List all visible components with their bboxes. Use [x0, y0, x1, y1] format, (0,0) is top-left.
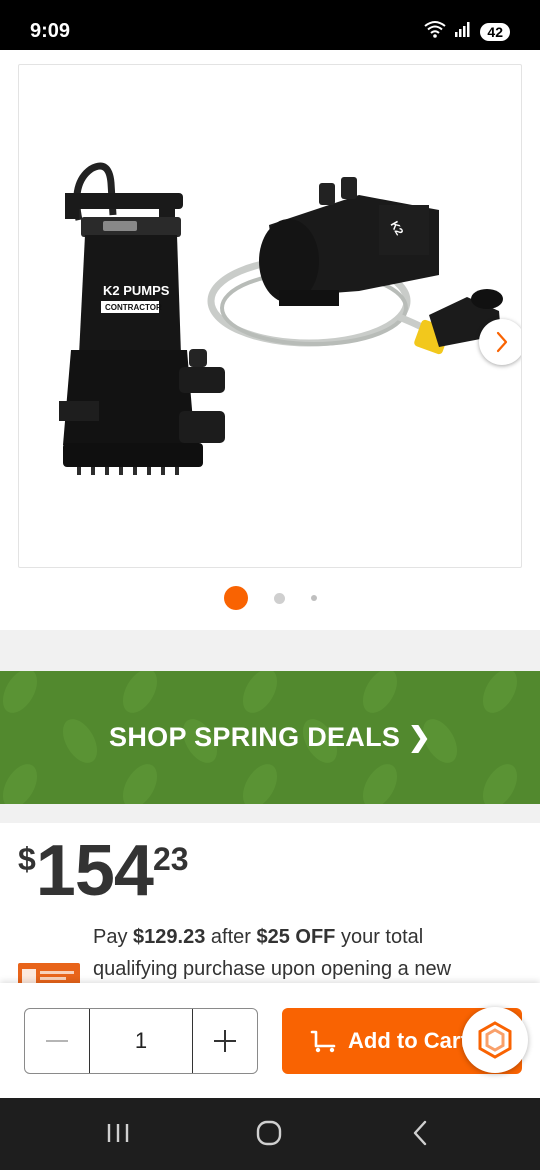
offer-prefix: Pay	[93, 926, 134, 948]
credit-offer-text: Pay $129.23 after $25 OFF your total qua…	[93, 921, 513, 985]
battery-badge: 42	[480, 22, 510, 41]
signal-icon	[454, 21, 472, 42]
back-icon	[413, 1120, 427, 1146]
pagination-dot-3[interactable]	[310, 595, 317, 601]
recent-apps-button[interactable]	[98, 1118, 138, 1148]
gallery-next-button[interactable]	[479, 319, 521, 365]
price-cents: 23	[152, 841, 189, 877]
section-divider	[0, 804, 540, 823]
pagination-dot-2[interactable]	[273, 592, 285, 604]
utility-pump-image: K2 PUMPS CONTRACTOR	[59, 162, 225, 475]
promo-label: SHOP SPRING DEALS ❯	[109, 722, 431, 752]
quantity-stepper: 1	[24, 1008, 258, 1074]
quantity-input[interactable]: 1	[89, 1009, 193, 1073]
product-gallery: K2 PUMPS CONTRACTOR K2	[0, 50, 540, 630]
offer-discount: $25 OFF	[256, 926, 336, 948]
add-to-cart-label: Add to Cart	[348, 1028, 468, 1053]
gallery-pagination	[0, 586, 540, 610]
offer-amount: $129.23	[133, 926, 206, 948]
decrement-button[interactable]	[25, 1009, 89, 1073]
wifi-icon	[424, 20, 447, 43]
well-pump-image: K2	[207, 177, 503, 355]
status-time: 9:09	[30, 20, 71, 42]
chat-assistant-button[interactable]	[462, 1007, 528, 1073]
svg-text:CONTRACTOR: CONTRACTOR	[105, 303, 162, 312]
status-bar: 9:09 42	[0, 0, 540, 50]
price-dollars: 154	[35, 831, 154, 911]
section-divider	[0, 630, 540, 671]
increment-button[interactable]	[193, 1009, 257, 1073]
price-section: $ 154 23 Pay $129.23 after $25 OFF your …	[0, 823, 540, 1007]
status-icons: 42	[424, 20, 510, 43]
price: $ 154 23	[18, 831, 189, 911]
hexagon-logo-icon	[478, 1021, 512, 1059]
offer-middle: after	[205, 926, 257, 948]
home-button[interactable]	[249, 1118, 289, 1148]
minus-icon	[46, 1040, 68, 1042]
system-nav-bar	[0, 1098, 540, 1170]
recent-apps-icon	[107, 1124, 129, 1142]
price-symbol: $	[18, 841, 36, 877]
plus-icon	[214, 1030, 236, 1052]
cart-icon	[310, 1030, 336, 1053]
chevron-right-icon	[496, 331, 508, 353]
product-image: K2 PUMPS CONTRACTOR K2	[59, 162, 503, 475]
pagination-dot-1[interactable]	[223, 586, 248, 610]
pump-logo-text: K2 PUMPS	[103, 283, 170, 298]
add-to-cart-bar: 1 Add to Cart	[0, 983, 540, 1098]
product-image-frame[interactable]: K2 PUMPS CONTRACTOR K2	[18, 64, 522, 568]
home-icon	[256, 1120, 282, 1146]
promo-banner[interactable]: SHOP SPRING DEALS ❯	[0, 671, 540, 804]
back-button[interactable]	[400, 1118, 440, 1148]
